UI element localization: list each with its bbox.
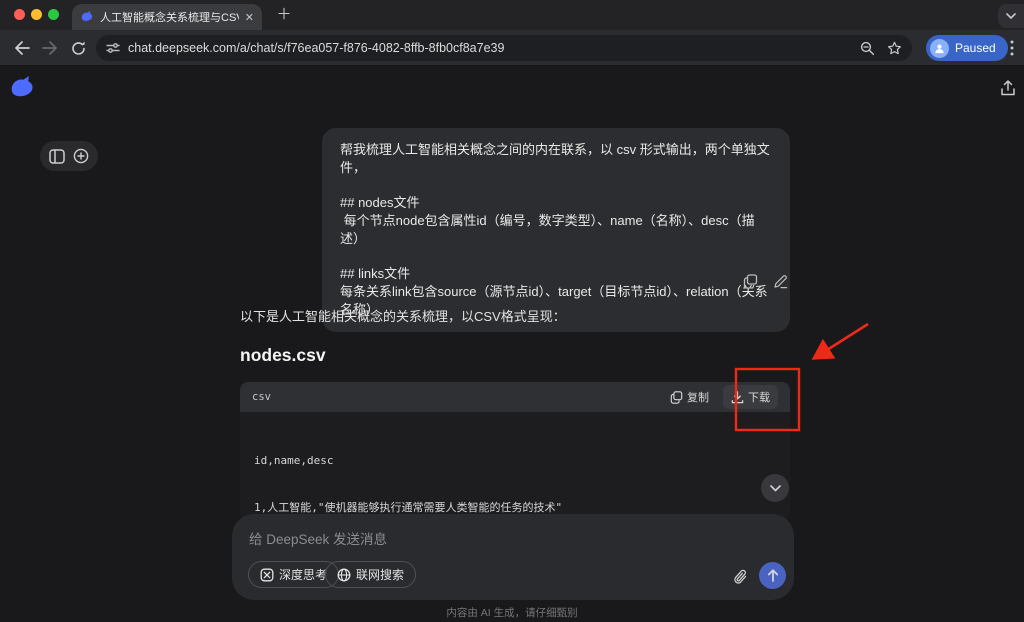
browser-menu-button[interactable]: [1002, 38, 1022, 58]
user-message-text: ## nodes文件 每个节点node包含属性id（编号，数字类型）、name（…: [340, 194, 772, 248]
reload-button[interactable]: [68, 38, 88, 58]
profile-paused-button[interactable]: Paused: [926, 35, 1008, 61]
code-block-header: csv 复制 下载: [240, 382, 790, 412]
avatar: [930, 39, 949, 58]
copy-icon[interactable]: [743, 274, 758, 289]
file-heading: nodes.csv: [240, 345, 326, 366]
tab-favicon-whale-icon: [80, 10, 94, 24]
globe-icon: [337, 568, 351, 582]
code-content: id,name,desc 1,人工智能,"使机器能够执行通常需要人类智能的任务的…: [240, 412, 790, 520]
tune-icon[interactable]: [106, 42, 120, 54]
zoom-magnifier-icon[interactable]: [860, 41, 875, 56]
paused-label: Paused: [955, 41, 996, 55]
forward-button[interactable]: [40, 38, 60, 58]
annotation-arrow: [816, 324, 868, 357]
code-copy-button[interactable]: 复制: [662, 385, 717, 409]
share-icon[interactable]: [1000, 80, 1016, 97]
message-actions: [743, 274, 788, 289]
deepseek-whale-logo-icon[interactable]: [9, 75, 35, 101]
web-search-toggle[interactable]: 联网搜索: [325, 561, 416, 588]
code-block: csv 复制 下载 id,name,desc 1,人工智能,"使机器能够执行通常…: [240, 382, 790, 520]
window-close-button[interactable]: [14, 9, 25, 20]
deep-think-icon: [260, 568, 274, 582]
tab-search-button[interactable]: [998, 4, 1024, 28]
deep-think-label: 深度思考: [279, 566, 327, 583]
send-button[interactable]: [759, 562, 786, 589]
web-search-label: 联网搜索: [356, 566, 404, 583]
browser-window: 人工智能概念关系梳理与CSV输 ✕ ＋ chat.deepseek.com/a/…: [0, 0, 1024, 622]
chevron-down-icon: [770, 485, 781, 492]
code-download-button[interactable]: 下载: [723, 385, 778, 409]
user-message-text: 帮我梳理人工智能相关概念之间的内在联系，以 csv 形式输出，两个单独文件，: [340, 141, 772, 177]
window-zoom-button[interactable]: [48, 9, 59, 20]
chevron-down-icon: [1006, 13, 1016, 19]
composer-input[interactable]: 给 DeepSeek 发送消息: [249, 528, 387, 548]
download-label: 下载: [748, 389, 770, 405]
edit-pencil-icon[interactable]: [773, 274, 788, 289]
code-language-label: csv: [252, 391, 662, 403]
bookmark-star-icon[interactable]: [887, 41, 902, 56]
copy-icon: [670, 391, 683, 404]
download-icon: [731, 391, 744, 404]
browser-tab[interactable]: 人工智能概念关系梳理与CSV输 ✕: [72, 4, 262, 30]
copy-label: 复制: [687, 389, 709, 405]
user-message-bubble: 帮我梳理人工智能相关概念之间的内在联系，以 csv 形式输出，两个单独文件， #…: [322, 128, 790, 332]
attach-paperclip-icon[interactable]: [733, 569, 748, 586]
ai-disclaimer: 内容由 AI 生成，请仔细甄别: [0, 605, 1024, 620]
window-minimize-button[interactable]: [31, 9, 42, 20]
scroll-to-bottom-button[interactable]: [761, 474, 789, 502]
assistant-intro-text: 以下是人工智能相关概念的关系梳理，以CSV格式呈现：: [240, 306, 566, 325]
message-composer[interactable]: 给 DeepSeek 发送消息 深度思考 联网搜索: [232, 514, 794, 600]
code-line: id,name,desc: [254, 453, 776, 469]
back-button[interactable]: [12, 38, 32, 58]
tab-title: 人工智能概念关系梳理与CSV输: [100, 9, 239, 25]
send-arrow-icon: [767, 569, 779, 582]
